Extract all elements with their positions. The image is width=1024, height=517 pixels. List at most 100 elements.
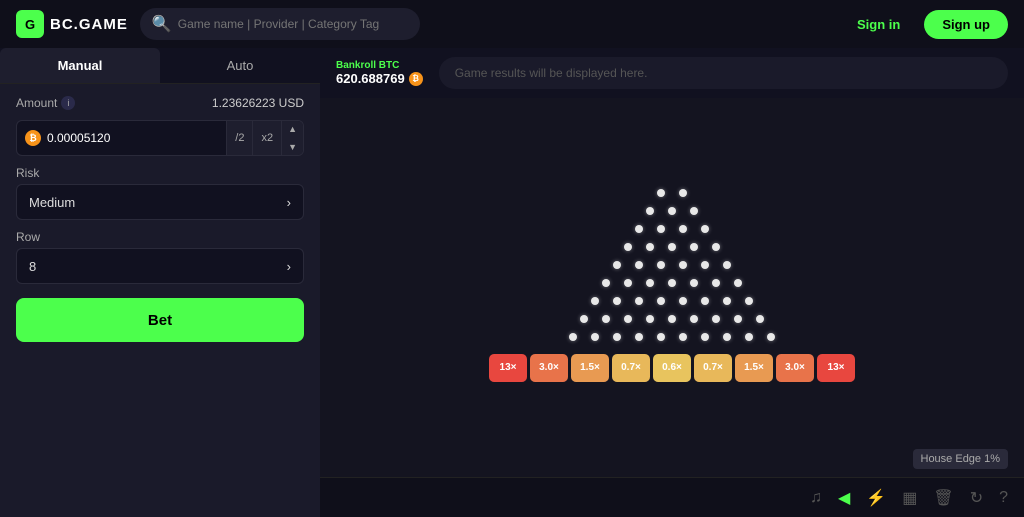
- multiplier-box: 13×: [489, 354, 527, 382]
- risk-label: Risk: [16, 166, 304, 180]
- peg: [679, 189, 687, 197]
- main-layout: Manual Auto Amount i 1.23626223 USD ₿ 0.…: [0, 48, 1024, 517]
- peg: [701, 261, 709, 269]
- search-bar[interactable]: 🔍: [140, 8, 420, 40]
- coin-input-row[interactable]: ₿ 0.00005120 /2 x2 ▲ ▼: [16, 120, 304, 156]
- play-icon[interactable]: ◀: [838, 488, 850, 508]
- peg-row: [584, 292, 760, 310]
- peg: [646, 279, 654, 287]
- grid-icon[interactable]: ▦: [902, 488, 917, 508]
- peg: [613, 297, 621, 305]
- sidebar: Manual Auto Amount i 1.23626223 USD ₿ 0.…: [0, 48, 320, 517]
- peg: [635, 225, 643, 233]
- risk-group: Risk Medium ›: [16, 166, 304, 220]
- peg: [701, 333, 709, 341]
- amount-row: Amount i 1.23626223 USD: [16, 96, 304, 110]
- divide-2-button[interactable]: /2: [226, 120, 252, 156]
- peg: [580, 315, 588, 323]
- multiplier-box: 0.7×: [612, 354, 650, 382]
- house-edge-badge: House Edge 1%: [913, 449, 1009, 469]
- risk-value: Medium: [29, 195, 75, 210]
- peg: [624, 315, 632, 323]
- peg: [657, 333, 665, 341]
- peg: [745, 297, 753, 305]
- peg: [668, 243, 676, 251]
- risk-select[interactable]: Medium ›: [16, 184, 304, 220]
- peg: [668, 315, 676, 323]
- peg: [679, 333, 687, 341]
- multiplier-box: 0.6×: [653, 354, 691, 382]
- peg: [712, 243, 720, 251]
- game-board: 13×3.0×1.5×0.7×0.6×0.7×1.5×3.0×13×: [320, 98, 1024, 477]
- peg: [646, 315, 654, 323]
- multiply-2-button[interactable]: x2: [252, 120, 281, 156]
- refresh-icon[interactable]: ↻: [970, 488, 983, 508]
- risk-chevron-icon: ›: [287, 195, 291, 210]
- trash-icon[interactable]: 🗑: [933, 488, 953, 508]
- step-down-button[interactable]: ▼: [282, 138, 303, 156]
- peg: [624, 243, 632, 251]
- controls: Amount i 1.23626223 USD ₿ 0.00005120 /2 …: [0, 84, 320, 354]
- row-chevron-icon: ›: [287, 259, 291, 274]
- peg: [712, 279, 720, 287]
- peg: [734, 315, 742, 323]
- peg: [712, 315, 720, 323]
- multiplier-box: 3.0×: [530, 354, 568, 382]
- peg: [624, 279, 632, 287]
- amount-usd: 1.23626223 USD: [212, 96, 304, 110]
- stepper[interactable]: ▲ ▼: [281, 120, 303, 156]
- peg-row: [650, 184, 694, 202]
- logo-text: BC.GAME: [50, 16, 128, 33]
- peg: [723, 333, 731, 341]
- signin-button[interactable]: Sign in: [845, 11, 912, 38]
- peg: [690, 243, 698, 251]
- peg-row: [617, 238, 727, 256]
- peg: [635, 261, 643, 269]
- multiplier-box: 13×: [817, 354, 855, 382]
- tabs: Manual Auto: [0, 48, 320, 84]
- search-icon: 🔍: [152, 14, 172, 34]
- peg: [734, 279, 742, 287]
- peg-row: [595, 274, 749, 292]
- game-header: Bankroll BTC 620.688769 ₿ Game results w…: [320, 48, 1024, 98]
- multiplier-box: 3.0×: [776, 354, 814, 382]
- peg: [723, 297, 731, 305]
- music-icon[interactable]: ♫: [810, 489, 822, 507]
- peg: [679, 297, 687, 305]
- step-up-button[interactable]: ▲: [282, 120, 303, 138]
- peg: [602, 315, 610, 323]
- coin-input-area: ₿ 0.00005120: [17, 130, 226, 146]
- coin-value: 0.00005120: [47, 131, 110, 145]
- row-select[interactable]: 8 ›: [16, 248, 304, 284]
- signup-button[interactable]: Sign up: [924, 10, 1008, 39]
- peg: [657, 225, 665, 233]
- bankroll-box: Bankroll BTC 620.688769 ₿: [336, 60, 423, 86]
- search-input[interactable]: [178, 17, 408, 31]
- tab-auto[interactable]: Auto: [160, 48, 320, 83]
- bet-button[interactable]: Bet: [16, 298, 304, 342]
- peg-row: [573, 310, 771, 328]
- row-value: 8: [29, 259, 36, 274]
- peg: [635, 297, 643, 305]
- top-nav: G BC.GAME 🔍 Sign in Sign up: [0, 0, 1024, 48]
- lightning-icon[interactable]: ⚡: [866, 488, 886, 508]
- peg: [701, 225, 709, 233]
- peg: [613, 261, 621, 269]
- tab-manual[interactable]: Manual: [0, 48, 160, 83]
- bankroll-coin-icon: ₿: [409, 72, 423, 86]
- multiplier-row: 13×3.0×1.5×0.7×0.6×0.7×1.5×3.0×13×: [489, 354, 855, 382]
- peg: [591, 333, 599, 341]
- peg-row: [628, 220, 716, 238]
- peg-row: [562, 328, 782, 346]
- peg: [635, 333, 643, 341]
- peg: [569, 333, 577, 341]
- row-group: Row 8 ›: [16, 230, 304, 284]
- peg: [756, 315, 764, 323]
- peg: [679, 225, 687, 233]
- help-icon[interactable]: ?: [999, 489, 1008, 507]
- peg: [602, 279, 610, 287]
- peg: [613, 333, 621, 341]
- peg: [723, 261, 731, 269]
- peg: [657, 297, 665, 305]
- results-text: Game results will be displayed here.: [455, 66, 648, 80]
